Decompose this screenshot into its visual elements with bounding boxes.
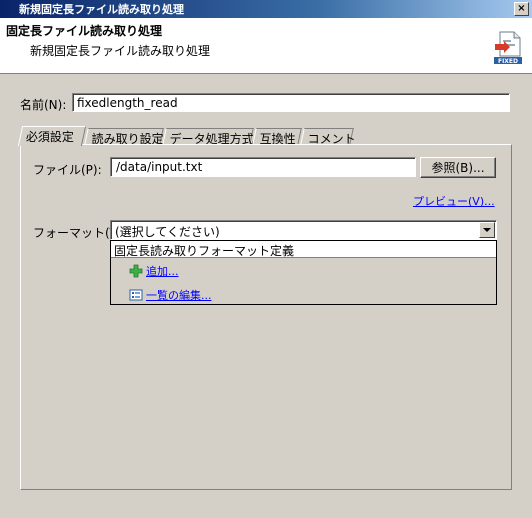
close-button[interactable]: × xyxy=(514,2,529,16)
dialog-header: 固定長ファイル読み取り処理 新規固定長ファイル読み取り処理 FIXED xyxy=(0,18,532,74)
close-icon: × xyxy=(517,3,526,14)
edit-format-list-label: 一覧の編集... xyxy=(146,289,212,302)
format-dropdown-list: 固定長読み取りフォーマット定義 追加... 一覧の編集... xyxy=(110,240,497,305)
format-option-fixed-length[interactable]: 固定長読み取りフォーマット定義 xyxy=(111,241,496,258)
fixed-file-icon: FIXED xyxy=(494,31,522,65)
add-format-label: 追加... xyxy=(146,265,179,278)
chevron-down-icon[interactable] xyxy=(479,222,495,238)
tab-required-settings[interactable]: 必須設定 xyxy=(17,126,87,146)
preview-link[interactable]: プレビュー(V)... xyxy=(413,193,495,209)
browse-button[interactable]: 参照(B)... xyxy=(420,157,496,178)
list-edit-icon xyxy=(129,289,143,301)
edit-format-list-link[interactable]: 一覧の編集... xyxy=(129,287,212,303)
name-label: 名前(N): xyxy=(20,98,67,112)
tab-data-processing[interactable]: データ処理方式 xyxy=(162,128,254,146)
window-title: 新規固定長ファイル読み取り処理 xyxy=(19,3,184,16)
fixed-icon-caption: FIXED xyxy=(498,58,518,65)
format-select[interactable]: (選択してください) xyxy=(110,220,497,240)
tab-compatibility[interactable]: 互換性 xyxy=(252,128,302,146)
window-title-bar[interactable]: 新規固定長ファイル読み取り処理 × xyxy=(0,0,532,18)
add-format-link[interactable]: 追加... xyxy=(129,263,179,279)
format-selected-value: (選択してください) xyxy=(115,225,220,239)
dialog-header-description: 新規固定長ファイル読み取り処理 xyxy=(30,44,211,58)
name-input[interactable] xyxy=(72,93,510,112)
file-label: ファイル(P): xyxy=(33,163,102,177)
tab-read-settings[interactable]: 読み取り設定 xyxy=(84,128,164,146)
tab-comment[interactable]: コメント xyxy=(300,128,356,146)
dialog-header-title: 固定長ファイル読み取り処理 xyxy=(6,24,163,38)
add-icon xyxy=(129,264,143,278)
file-path-input[interactable] xyxy=(110,157,416,177)
